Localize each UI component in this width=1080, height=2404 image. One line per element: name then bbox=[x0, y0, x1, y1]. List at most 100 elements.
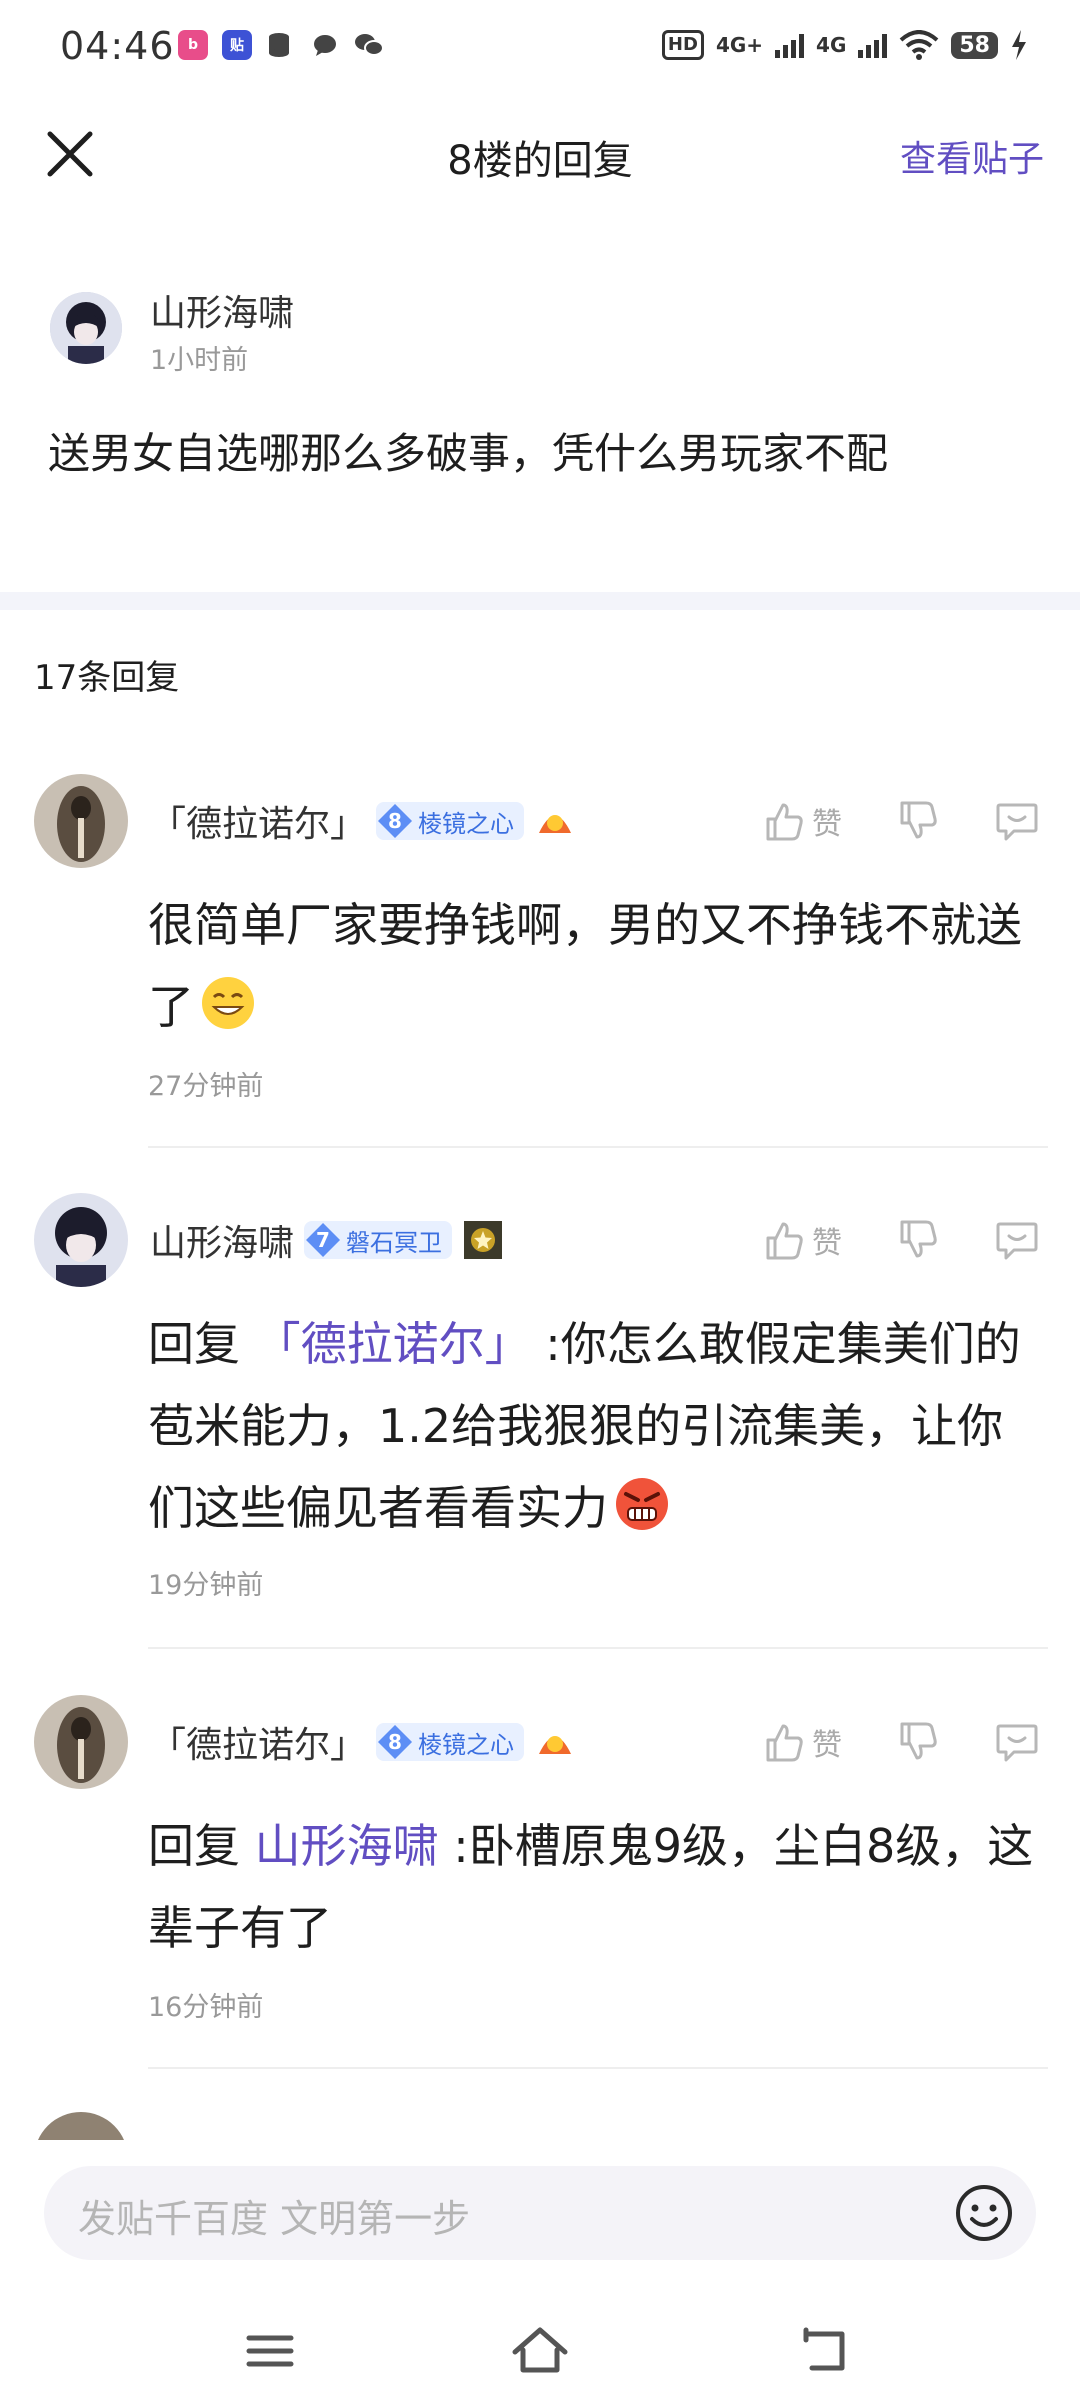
reply-actions: 赞 bbox=[762, 1215, 1040, 1265]
medal-icon bbox=[534, 800, 576, 842]
home-icon bbox=[512, 2327, 568, 2373]
reply-prefix: 回复 bbox=[148, 1317, 240, 1371]
post-content: 送男女自选哪那么多破事，凭什么男玩家不配 bbox=[48, 429, 889, 478]
top-bar: 8楼的回复 查看贴子 bbox=[0, 96, 1080, 214]
like-label: 赞 bbox=[812, 1226, 842, 1261]
avatar[interactable] bbox=[50, 292, 122, 364]
reply-input[interactable]: 发贴千百度 文明第一步 bbox=[44, 2166, 1036, 2260]
reply-separator bbox=[148, 1647, 1048, 1649]
comment-button[interactable] bbox=[994, 799, 1040, 843]
reply-time: 16分钟前 bbox=[148, 1992, 264, 2023]
level-number: 7 bbox=[306, 1223, 341, 1257]
thumbs-down-icon bbox=[900, 801, 937, 839]
medal-icon bbox=[534, 1721, 576, 1763]
author-name[interactable]: 「德拉诺尔」 bbox=[150, 795, 366, 847]
post-time: 1小时前 bbox=[150, 345, 249, 376]
back-button[interactable] bbox=[790, 2316, 860, 2386]
avatar[interactable] bbox=[34, 1193, 128, 1287]
avatar[interactable] bbox=[34, 1695, 128, 1789]
level-badge[interactable]: 8 棱镜之心 bbox=[376, 802, 525, 840]
reply-actions: 赞 bbox=[762, 796, 1040, 846]
section-divider bbox=[0, 592, 1080, 610]
like-button[interactable]: 赞 bbox=[762, 1218, 842, 1262]
reply-content: 很简单厂家要挣钱啊，男的又不挣钱不就送了 bbox=[148, 884, 1048, 1048]
dislike-button[interactable] bbox=[896, 799, 940, 843]
menu-icon bbox=[246, 2335, 294, 2367]
comment-button[interactable] bbox=[994, 1218, 1040, 1262]
battery-level: 58 bbox=[951, 31, 998, 59]
reply-content: 回复 山形海啸 :卧槽原鬼9级，尘白8级，这辈子有了 bbox=[148, 1805, 1048, 1969]
author-name[interactable]: 「德拉诺尔」 bbox=[150, 1716, 366, 1768]
database-icon bbox=[266, 30, 296, 60]
angry-emoji-icon bbox=[614, 1475, 670, 1531]
menu-button[interactable] bbox=[235, 2316, 305, 2386]
reply-header: 「德拉诺尔」 8 棱镜之心 bbox=[150, 1717, 576, 1767]
dislike-button[interactable] bbox=[896, 1218, 940, 1262]
thumbs-up-icon bbox=[766, 1222, 803, 1260]
reply-actions: 赞 bbox=[762, 1717, 1040, 1767]
like-button[interactable]: 赞 bbox=[762, 799, 842, 843]
level-number: 8 bbox=[378, 804, 413, 838]
reply-to-link[interactable]: 山形海啸 bbox=[255, 1819, 439, 1873]
signal-1-label: 4G+ bbox=[715, 33, 764, 57]
hd-icon: HD bbox=[661, 30, 704, 60]
reply-item-partial bbox=[0, 2112, 1080, 2140]
reply-content: 回复 「德拉诺尔」 :你怎么敢假定集美们的苞米能力，1.2给我狠狠的引流集美，让… bbox=[148, 1303, 1048, 1549]
reply-prefix: 回复 bbox=[148, 1819, 240, 1873]
charging-icon bbox=[1012, 30, 1026, 60]
reply-separator bbox=[148, 2067, 1048, 2069]
author-name[interactable]: 山形海啸 bbox=[150, 284, 294, 336]
view-post-link[interactable]: 查看贴子 bbox=[900, 130, 1044, 182]
medal-icon bbox=[462, 1219, 504, 1261]
bottom-area: 发贴千百度 文明第一步 bbox=[0, 2140, 1080, 2404]
chat-bubble-icon bbox=[310, 30, 340, 60]
grinning-emoji-icon bbox=[200, 974, 256, 1030]
thumbs-down-icon bbox=[900, 1220, 937, 1258]
level-title: 磐石冥卫 bbox=[346, 1228, 443, 1257]
comment-icon bbox=[996, 1724, 1038, 1762]
reply-separator bbox=[148, 1146, 1048, 1148]
avatar[interactable] bbox=[34, 774, 128, 868]
back-icon bbox=[803, 2327, 845, 2371]
thumbs-down-icon bbox=[900, 1722, 937, 1760]
level-badge[interactable]: 8 棱镜之心 bbox=[376, 1723, 525, 1761]
reply-input-placeholder: 发贴千百度 文明第一步 bbox=[78, 2197, 471, 2241]
system-nav-bar bbox=[0, 2316, 1080, 2404]
thumbs-up-icon bbox=[766, 803, 803, 841]
wechat-icon bbox=[354, 30, 384, 60]
level-title: 棱镜之心 bbox=[418, 1730, 515, 1759]
tieba-icon: 贴 bbox=[222, 30, 252, 60]
reply-count: 17条回复 bbox=[34, 658, 180, 698]
like-label: 赞 bbox=[812, 807, 842, 842]
level-title: 棱镜之心 bbox=[418, 809, 515, 838]
level-number: 8 bbox=[378, 1725, 413, 1759]
signal-bars-2-icon bbox=[858, 32, 888, 58]
comment-icon bbox=[996, 803, 1038, 841]
home-button[interactable] bbox=[505, 2316, 575, 2386]
emoji-button[interactable] bbox=[954, 2183, 1014, 2243]
reply-text: 很简单厂家要挣钱啊，男的又不挣钱不就送了 bbox=[148, 898, 1022, 1034]
bilibili-icon: b bbox=[178, 30, 208, 60]
author-name[interactable]: 山形海啸 bbox=[150, 1214, 294, 1266]
reply-header: 「德拉诺尔」 8 棱镜之心 bbox=[150, 796, 576, 846]
avatar[interactable] bbox=[34, 2112, 128, 2140]
wifi-icon bbox=[900, 30, 939, 60]
reply-header: 山形海啸 7 磐石冥卫 bbox=[150, 1215, 504, 1265]
comment-icon bbox=[996, 1222, 1038, 1260]
notification-icons: b 贴 bbox=[178, 30, 384, 60]
comment-button[interactable] bbox=[994, 1720, 1040, 1764]
level-badge[interactable]: 7 磐石冥卫 bbox=[304, 1221, 453, 1259]
thumbs-up-icon bbox=[766, 1724, 803, 1762]
status-time: 04:46 bbox=[60, 24, 175, 68]
status-right: HD 4G+ 4G 58 bbox=[661, 30, 1028, 60]
like-button[interactable]: 赞 bbox=[762, 1720, 842, 1764]
smiley-icon bbox=[956, 2185, 1012, 2241]
signal-bars-icon bbox=[775, 32, 805, 58]
reply-time: 19分钟前 bbox=[148, 1570, 264, 1601]
reply-to-link[interactable]: 「德拉诺尔」 bbox=[255, 1317, 531, 1371]
reply-time: 27分钟前 bbox=[148, 1071, 264, 1102]
like-label: 赞 bbox=[812, 1728, 842, 1763]
status-bar: 04:46 b 贴 HD 4G+ 4G 58 bbox=[0, 0, 1080, 96]
dislike-button[interactable] bbox=[896, 1720, 940, 1764]
signal-2-label: 4G bbox=[816, 33, 847, 57]
